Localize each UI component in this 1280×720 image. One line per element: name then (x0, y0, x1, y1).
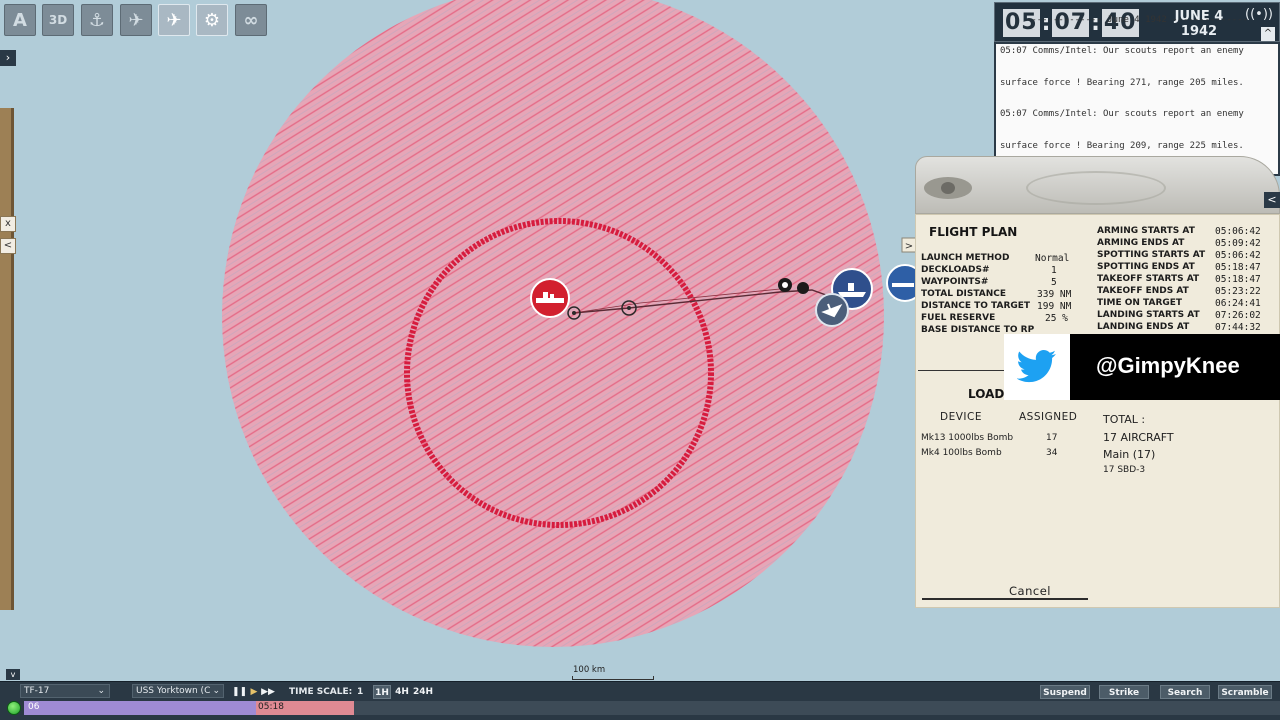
total-aircraft: 17 AIRCRAFT (1103, 431, 1174, 444)
formation-icon[interactable]: ∞ (235, 4, 267, 36)
spotting-ends-label: SPOTTING ENDS AT (1097, 262, 1195, 272)
flight-plan-icon[interactable]: ⚙ (196, 4, 228, 36)
time-scale-label: TIME SCALE: (289, 687, 353, 697)
total-main-group: Main (17) (1103, 448, 1156, 461)
log-line: surface force ! Bearing 209, range 225 m… (1000, 140, 1244, 151)
cancel-underline (922, 598, 1088, 600)
launch-method-value[interactable]: Normal (1035, 253, 1069, 264)
insignia-emblem-icon (1026, 171, 1166, 205)
speed-1h-button[interactable]: 1H (373, 685, 391, 699)
arming-ends-value: 05:09:42 (1215, 238, 1261, 249)
scramble-button[interactable]: Scramble (1218, 685, 1272, 699)
distance-to-target-value: 199 NM (1037, 301, 1072, 312)
social-overlay: @GimpyKnee (1004, 334, 1280, 400)
fast-forward-icon[interactable]: ▶▶ (261, 685, 275, 699)
log-line: 05:07 Comms/Intel: Our scouts report an … (1000, 109, 1244, 119)
speed-24h-button[interactable]: 24H (412, 685, 434, 699)
svg-text:>: > (905, 241, 913, 252)
bottom-control-bar: TF-17 ⌄ USS Yorktown (C ⌄ ❚❚ ▶ ▶▶ TIME SCA… (0, 681, 1280, 720)
map-collapse-button[interactable]: v (6, 669, 20, 680)
waypoints-value: 5 (1051, 277, 1057, 288)
search-button[interactable]: Search (1160, 685, 1210, 699)
arming-starts-value: 05:06:42 (1215, 226, 1261, 237)
spotting-starts-value: 05:06:42 (1215, 250, 1261, 261)
air-ops-icon[interactable]: Α (4, 4, 36, 36)
map-scale-bar (572, 676, 654, 680)
fuel-reserve-label: FUEL RESERVE (921, 313, 996, 323)
arming-starts-label: ARMING STARTS AT (1097, 226, 1195, 236)
speed-4h-button[interactable]: 4H (393, 685, 411, 699)
loadout-title: LOAD (968, 387, 1005, 401)
time-on-target-label: TIME ON TARGET (1097, 298, 1183, 308)
flight-plan-title: FLIGHT PLAN (929, 225, 1018, 239)
log-date-separator: -------------- June 4 1942 -------------… (1025, 14, 1249, 25)
waypoints-label: WAYPOINTS# (921, 277, 989, 287)
strike-planes-icon[interactable]: ✈ (158, 4, 190, 36)
deckloads-label: DECKLOADS# (921, 265, 990, 275)
close-panel-button[interactable]: < (1264, 192, 1280, 208)
takeoff-starts-label: TAKEOFF STARTS AT (1097, 274, 1200, 284)
device-column-header: DEVICE (940, 411, 982, 423)
takeoff-ends-label: TAKEOFF ENDS AT (1097, 286, 1189, 296)
loadout-assigned[interactable]: 17 (1046, 433, 1057, 443)
section-divider (918, 370, 1008, 371)
enemy-surface-force-icon[interactable] (530, 278, 570, 318)
panel-metal-header (915, 156, 1280, 214)
log-line: 05:07 Comms/Intel: Our scouts report an … (1000, 46, 1244, 56)
takeoff-starts-value: 05:18:47 (1215, 274, 1261, 285)
takeoff-ends-value: 05:23:22 (1215, 286, 1261, 297)
log-line: surface force ! Bearing 271, range 205 m… (1000, 77, 1244, 88)
landing-starts-value: 07:26:02 (1215, 310, 1261, 321)
pause-icon[interactable]: ❚❚ (232, 685, 247, 699)
strike-button[interactable]: Strike (1099, 685, 1149, 699)
carrier-select[interactable]: USS Yorktown (C ⌄ (132, 684, 224, 698)
total-label: TOTAL : (1103, 413, 1146, 426)
spotting-starts-label: SPOTTING STARTS AT (1097, 250, 1206, 260)
total-aircraft-type: 17 SBD-3 (1103, 465, 1146, 475)
status-indicator-icon (7, 701, 21, 715)
launch-method-label: LAUNCH METHOD (921, 253, 1010, 263)
timeline-segment-launch[interactable] (24, 701, 260, 715)
time-scale-value: 1 (357, 687, 364, 697)
map-side-toggle[interactable]: > (901, 237, 917, 253)
timeline-start-label: 06 (28, 702, 40, 712)
expand-panel-button[interactable]: › (0, 50, 16, 66)
search-range-circle (222, 0, 884, 647)
spotting-ends-value: 05:18:47 (1215, 262, 1261, 273)
assigned-column-header: ASSIGNED (1019, 411, 1078, 423)
loadout-assigned[interactable]: 34 (1046, 448, 1057, 458)
task-force-select[interactable]: TF-17 ⌄ (20, 684, 110, 698)
total-distance-label: TOTAL DISTANCE (921, 289, 1007, 299)
left-panel-collapse-button[interactable]: < (0, 238, 16, 254)
twitter-bird-icon (1004, 334, 1070, 400)
ship-icon[interactable]: ⚓ (81, 4, 113, 36)
time-on-target-value: 06:24:41 (1215, 298, 1261, 309)
landing-ends-label: LANDING ENDS AT (1097, 322, 1190, 332)
3d-view-icon[interactable]: 3D (42, 4, 74, 36)
landing-starts-label: LANDING STARTS AT (1097, 310, 1200, 320)
deckloads-value: 1 (1051, 265, 1057, 276)
map-scale-label: 100 km (573, 665, 606, 675)
loadout-device[interactable]: Mk4 100lbs Bomb (921, 448, 1002, 458)
friendly-aircraft-icon[interactable] (815, 293, 849, 327)
timeline-marker-label: 05:18 (258, 702, 284, 712)
loadout-device[interactable]: Mk13 1000lbs Bomb (921, 433, 1013, 443)
left-panel-close-button[interactable]: x (0, 216, 16, 232)
left-side-panel (0, 108, 14, 610)
landing-ends-value: 07:44:32 (1215, 322, 1261, 333)
distance-to-target-label: DISTANCE TO TARGET (921, 301, 1031, 311)
total-distance-value: 339 NM (1037, 289, 1072, 300)
suspend-button[interactable]: Suspend (1040, 685, 1090, 699)
arming-ends-label: ARMING ENDS AT (1097, 238, 1185, 248)
play-icon[interactable]: ▶ (248, 685, 260, 699)
cancel-button[interactable]: Cancel (970, 584, 1090, 598)
twitter-handle: @GimpyKnee (1096, 353, 1240, 378)
wing-emblem-icon (924, 177, 972, 199)
fuel-reserve-value[interactable]: 25 % (1045, 313, 1068, 324)
aircraft-icon[interactable]: ✈ (120, 4, 152, 36)
